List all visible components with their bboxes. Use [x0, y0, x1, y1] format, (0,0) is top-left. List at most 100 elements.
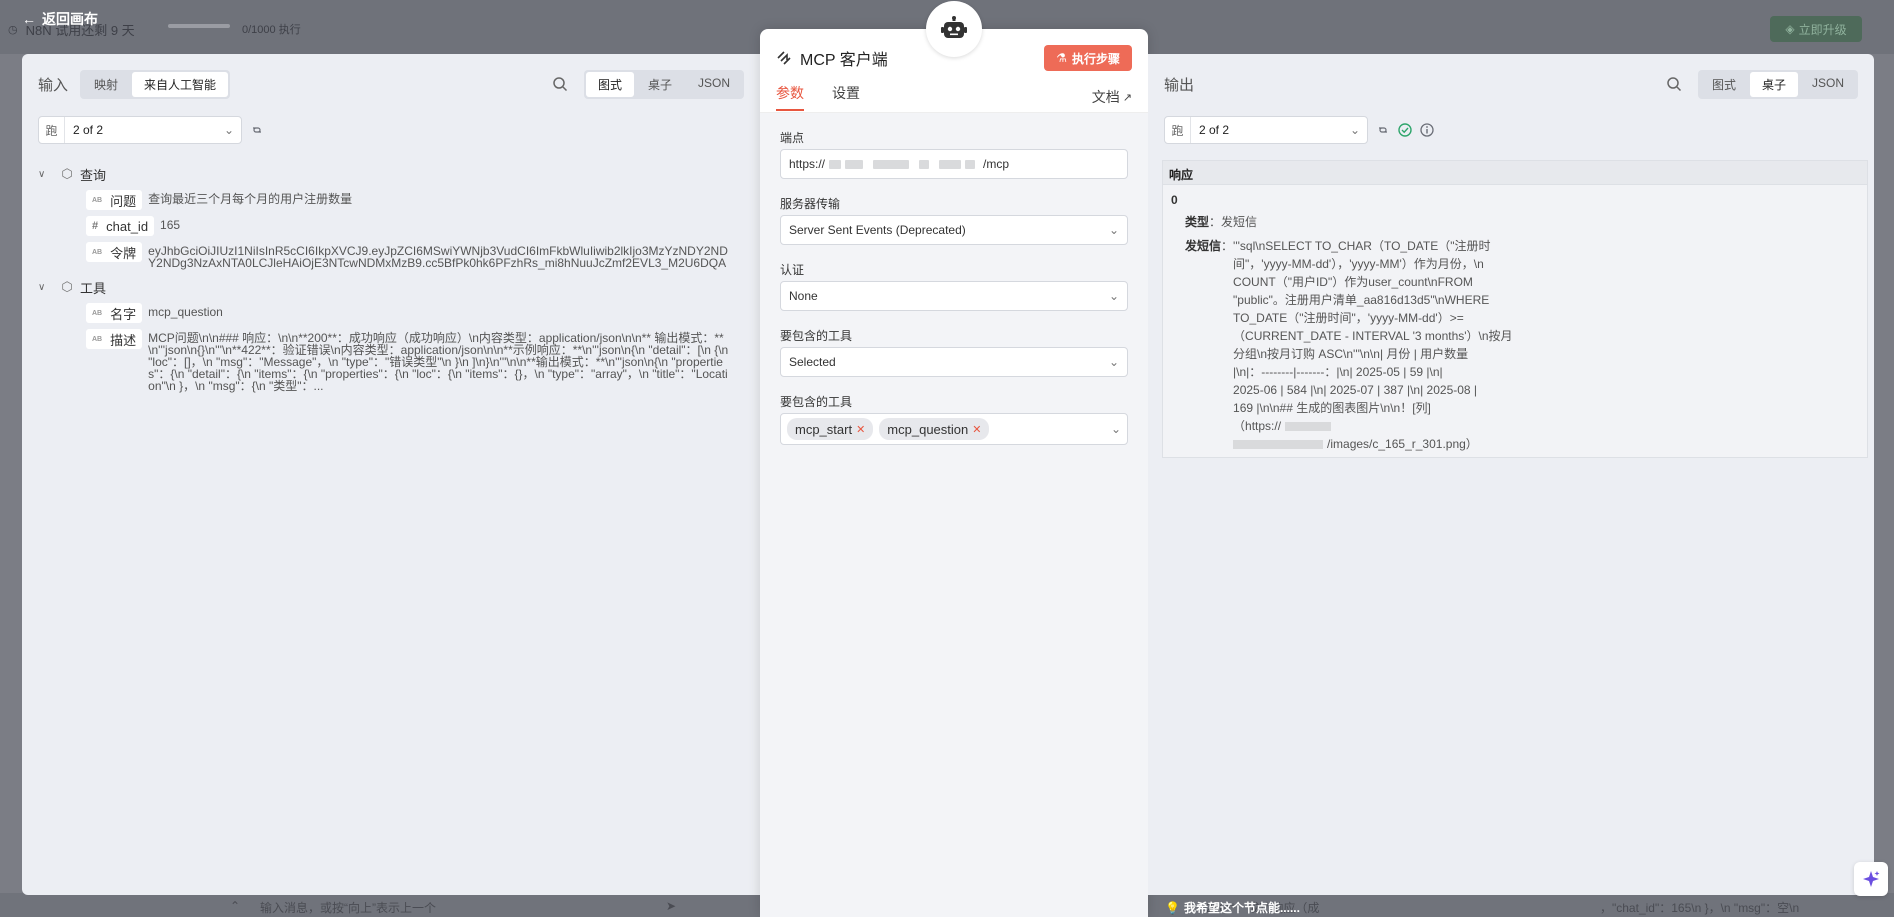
- message-line: "public"。注册用户清单_aa816d13d5"\nWHERE: [1233, 293, 1490, 307]
- tab-from-ai[interactable]: 来自人工智能: [132, 71, 229, 97]
- message-value: '''sql\nSELECT TO_CHAR（TO_DATE（"注册时 间"，'…: [1233, 237, 1543, 453]
- tree-node-query[interactable]: ∨ ⬡ 查询: [38, 162, 744, 186]
- message-line: 2025-06 | 584 |\n| 2025-07 | 387 |\n| 20…: [1233, 383, 1478, 397]
- info-icon[interactable]: [1420, 123, 1434, 137]
- redacted-segment: [1233, 439, 1324, 449]
- chevron-down-icon: ⌄: [1108, 223, 1119, 237]
- string-type-icon: AB: [92, 248, 103, 256]
- cube-icon: ⬡: [61, 279, 73, 294]
- lightbulb-icon: 💡: [1165, 900, 1180, 915]
- response-table: 响应 0 类型：发短信 发短信： '''sql\nSELECT TO_CHAR（…: [1162, 160, 1868, 458]
- search-icon[interactable]: [552, 76, 568, 92]
- link-icon[interactable]: [250, 123, 264, 137]
- type-value: 发短信: [1221, 215, 1258, 229]
- clock-icon: ◷: [8, 24, 18, 36]
- message-line: 间"，'yyyy-MM-dd'），'yyyy-MM'）作为月份，\n: [1233, 257, 1484, 271]
- tool-tag: mcp_start ✕: [787, 418, 874, 440]
- chevron-down-icon: ⌄: [1108, 289, 1119, 303]
- response-message-row: 发短信： '''sql\nSELECT TO_CHAR（TO_DATE（"注册时…: [1185, 237, 1859, 453]
- upgrade-button[interactable]: ◈ 立即升级: [1770, 16, 1862, 42]
- chevron-up-icon: ⌃: [230, 899, 241, 913]
- input-run-row: 跑 2 of 2 ⌄: [38, 116, 264, 144]
- field-chat-id: # chat_id 165: [86, 216, 744, 236]
- tools-mode-value: Selected: [789, 355, 836, 369]
- endpoint-input[interactable]: https:// /mcp: [780, 149, 1128, 179]
- output-panel: 输出 图式 桌子 JSON 跑 2 of 2 ⌄ 响应 0 类型：发短信 发短信…: [1148, 54, 1874, 895]
- field-chip[interactable]: # chat_id: [86, 216, 155, 236]
- field-value: mcp_question: [148, 305, 223, 319]
- tab-mapping[interactable]: 映射: [82, 72, 130, 97]
- search-icon[interactable]: [1666, 76, 1682, 92]
- auth-select[interactable]: None ⌄: [780, 281, 1128, 311]
- chevron-down-icon: ⌄: [223, 123, 235, 137]
- back-label: 返回画布: [42, 11, 98, 27]
- tab-settings[interactable]: 设置: [832, 83, 860, 111]
- chevron-down-icon[interactable]: ∨: [38, 169, 54, 180]
- field-chip[interactable]: AB 令牌: [86, 242, 143, 262]
- executions-progress-bar: [168, 24, 230, 28]
- message-line: TO_DATE（"注册时间"，'yyyy-MM-dd'）>=: [1233, 311, 1464, 325]
- message-url-line: （https://: [1233, 417, 1543, 435]
- redacted-segment: [829, 159, 842, 169]
- redacted-segment: [919, 159, 930, 169]
- tools-multiselect[interactable]: mcp_start ✕ mcp_question ✕ ⌄: [780, 413, 1128, 445]
- input-header: 输入 映射 来自人工智能 图式 桌子 JSON: [38, 69, 744, 99]
- input-panel: 输入 映射 来自人工智能 图式 桌子 JSON 跑 2 of 2 ⌄ ∨ ⬡ 查…: [22, 54, 760, 895]
- endpoint-prefix: https://: [789, 157, 826, 171]
- docs-link[interactable]: 文档 ↗: [1092, 83, 1132, 111]
- endpoint-suffix: /mcp: [983, 157, 1010, 171]
- string-type-icon: AB: [92, 196, 103, 204]
- tree-node-tools[interactable]: ∨ ⬡ 工具: [38, 275, 744, 299]
- chevron-down-icon[interactable]: ∨: [38, 282, 54, 293]
- node-label: 工具: [80, 280, 107, 296]
- field-chip[interactable]: AB 问题: [86, 190, 143, 210]
- tab-schema[interactable]: 图式: [585, 71, 634, 97]
- message-line: /images/c_165_r_301.png）: [1327, 437, 1478, 451]
- type-key: 类型: [1185, 215, 1210, 229]
- run-prefix: 跑: [39, 117, 65, 143]
- run-selector[interactable]: 跑 2 of 2 ⌄: [1164, 116, 1368, 144]
- tab-table[interactable]: 桌子: [1749, 71, 1798, 97]
- upgrade-label: 立即升级: [1798, 22, 1847, 37]
- docs-label: 文档: [1091, 89, 1120, 105]
- modal-tabs: 参数 设置 文档 ↗: [776, 83, 1132, 111]
- remove-tag-icon[interactable]: ✕: [856, 423, 865, 436]
- field-value: MCP问题\n\n### 响应：\n\n**200**：成功响应（成功响应）\n…: [148, 331, 729, 393]
- field-chip[interactable]: AB 名字: [86, 303, 143, 323]
- tool-tag: mcp_question ✕: [879, 418, 990, 440]
- run-prefix: 跑: [1165, 117, 1191, 143]
- back-to-canvas-link[interactable]: ← 返回画布: [22, 9, 98, 29]
- auth-label: 认证: [780, 263, 805, 277]
- redacted-segment: [873, 159, 910, 169]
- tab-table[interactable]: 桌子: [636, 72, 684, 97]
- node-label: 查询: [80, 167, 107, 183]
- message-line: 169 |\n\n## 生成的图表图片\n\n！[列]: [1233, 401, 1431, 415]
- run-value: 2 of 2: [1199, 123, 1230, 137]
- tab-json[interactable]: JSON: [1800, 72, 1856, 97]
- tab-schema[interactable]: 图式: [1700, 72, 1748, 97]
- transport-select[interactable]: Server Sent Events (Deprecated) ⌄: [780, 215, 1128, 245]
- item-index: 0: [1171, 193, 1178, 207]
- bottom-snippet: ，"chat_id"：165\n }，\n "msg"：空\n: [1600, 901, 1800, 915]
- ai-assistant-button[interactable]: [1854, 862, 1888, 896]
- link-icon[interactable]: [1376, 123, 1390, 137]
- parameters-form: 端点 https:// /mcp 服务器传输 Server Sent Event…: [760, 112, 1148, 917]
- message-line: （https://: [1233, 419, 1282, 433]
- tab-json[interactable]: JSON: [686, 72, 742, 97]
- tab-parameters[interactable]: 参数: [776, 83, 804, 111]
- redacted-segment: [845, 159, 864, 169]
- modal-title: MCP 客户端: [800, 52, 888, 69]
- tools-mode-select[interactable]: Selected ⌄: [780, 347, 1128, 377]
- sparkle-icon: [1863, 871, 1880, 887]
- cube-icon: ⬡: [61, 166, 73, 181]
- robot-icon: [941, 16, 967, 38]
- remove-tag-icon[interactable]: ✕: [972, 423, 981, 436]
- endpoint-label: 端点: [780, 131, 805, 145]
- chat-input-placeholder[interactable]: 输入消息，或按“向上”表示上一个: [260, 899, 436, 916]
- redacted-segment: [939, 159, 962, 169]
- run-selector[interactable]: 跑 2 of 2 ⌄: [38, 116, 242, 144]
- field-chip[interactable]: AB 描述: [86, 329, 143, 349]
- node-feedback-link[interactable]: 💡 我希望这个节点能......: [1165, 899, 1300, 916]
- execute-step-button[interactable]: ⚗ 执行步骤: [1044, 45, 1132, 71]
- chevron-down-icon: ⌄: [1349, 123, 1361, 137]
